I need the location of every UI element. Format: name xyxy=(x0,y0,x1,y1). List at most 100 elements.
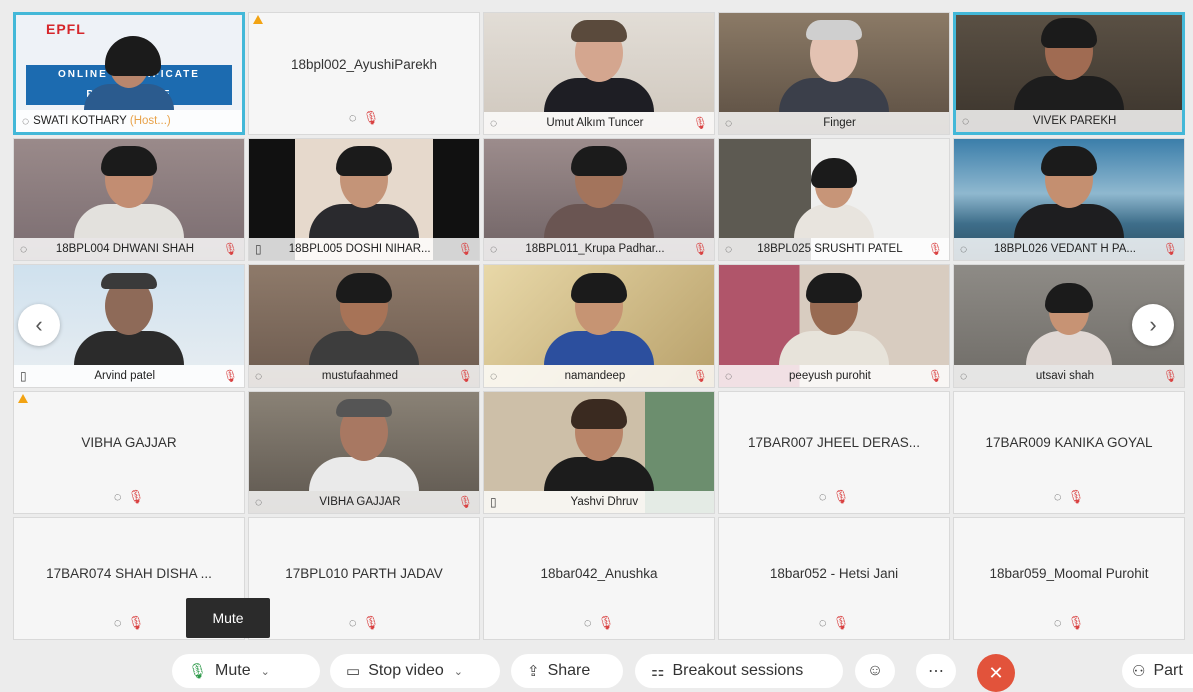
participants-button[interactable]: ⚇ Part xyxy=(1122,654,1193,688)
participant-tile[interactable]: 17BAR009 KANIKA GOYAL ◌ 🎙 xyxy=(953,390,1185,514)
participant-tile[interactable]: ◌ 18BPL026 VEDANT H PA... 🎙 xyxy=(953,138,1185,262)
mute-label: Mute xyxy=(215,662,251,679)
breakout-label: Breakout sessions xyxy=(672,662,804,679)
reactions-button[interactable]: ☺ xyxy=(855,654,895,688)
participant-namebar: ◌ namandeep 🎙 xyxy=(484,364,714,387)
prev-page-button[interactable]: ‹ xyxy=(18,304,60,346)
stop-video-button[interactable]: ▭ Stop video ⌄ xyxy=(330,654,500,688)
chevron-down-icon[interactable]: ⌄ xyxy=(454,665,463,678)
participant-tile[interactable]: EPFL ONLINE CERTIFICATE PROGRAMME ◌ SWAT… xyxy=(13,12,245,136)
chevron-left-icon: ‹ xyxy=(35,312,43,337)
participant-tile[interactable]: ◌ 18BPL004 DHWANI SHAH 🎙 xyxy=(13,138,245,262)
epfl-logo: EPFL xyxy=(46,21,86,37)
participant-tile[interactable]: 17BAR007 JHEEL DERAS... ◌ 🎙 xyxy=(718,390,950,514)
phone-icon: ▯ xyxy=(255,242,262,257)
warning-icon xyxy=(18,393,28,403)
participant-name: mustufaahmed xyxy=(321,369,398,382)
participant-name: utsavi shah xyxy=(1035,369,1095,382)
participant-namebar: ◌ mustufaahmed 🎙 xyxy=(249,364,479,387)
participant-name: 18BPL005 DOSHI NIHAR... xyxy=(288,243,431,256)
participant-name: VIBHA GAJJAR xyxy=(319,495,401,508)
mic-off-icon: 🎙 xyxy=(457,242,473,257)
mic-off-icon: 🎙 xyxy=(692,242,708,257)
participant-name: 18BPL026 VEDANT H PA... xyxy=(993,243,1137,256)
participant-tile[interactable]: ◌ VIBHA GAJJAR 🎙 xyxy=(248,390,480,514)
participant-video xyxy=(544,272,654,365)
participant-tile[interactable]: 18bar059_Moomal Purohit ◌ 🎙 xyxy=(953,516,1185,640)
participant-status: ◌ 🎙 xyxy=(249,615,479,631)
more-icon: ⋯ xyxy=(928,663,944,680)
participant-name: 18BPL004 DHWANI SHAH xyxy=(55,243,195,256)
audio-icon: ◌ xyxy=(348,614,357,630)
participant-name: 18bpl002_AyushiParekh xyxy=(290,56,438,72)
chevron-down-icon[interactable]: ⌄ xyxy=(261,665,270,678)
share-icon: ⇪ xyxy=(527,663,540,680)
next-page-button[interactable]: › xyxy=(1132,304,1174,346)
participant-tile[interactable]: ◌ peeyush purohit 🎙 xyxy=(718,264,950,388)
participant-video xyxy=(309,146,419,239)
leave-meeting-button[interactable]: ✕ xyxy=(977,654,1015,692)
mic-off-icon: 🎙 xyxy=(457,494,473,509)
breakout-sessions-button[interactable]: ⚏ Breakout sessions xyxy=(635,654,843,688)
emoji-icon: ☺ xyxy=(866,662,884,679)
audio-icon: ◌ xyxy=(20,242,28,257)
participant-name: Finger xyxy=(823,117,856,130)
participant-video xyxy=(544,146,654,239)
participant-video xyxy=(84,36,174,111)
mic-off-icon: 🎙 xyxy=(927,368,943,383)
participant-status: ◌ 🎙 xyxy=(954,615,1184,631)
participant-video xyxy=(794,158,874,239)
participant-tile[interactable]: ▯ 18BPL005 DOSHI NIHAR... 🎙 xyxy=(248,138,480,262)
participant-tile[interactable]: 17BPL010 PARTH JADAV ◌ 🎙 xyxy=(248,516,480,640)
participant-name: peeyush purohit xyxy=(789,369,871,382)
audio-icon: ◌ xyxy=(490,116,498,131)
video-camera-icon: ▭ xyxy=(346,663,361,680)
participant-tile[interactable]: ◌ Finger xyxy=(718,12,950,136)
participant-name: 18BPL011_Krupa Padhar... xyxy=(525,243,665,256)
mic-off-icon: 🎙 xyxy=(927,242,943,257)
meeting-toolbar: 🎙 Mute ⌄ ▭ Stop video ⌄ ⇪ Share ⚏ Breako… xyxy=(0,648,1193,692)
chevron-right-icon: › xyxy=(1149,312,1157,337)
participant-tile[interactable]: ◌ mustufaahmed 🎙 xyxy=(248,264,480,388)
participant-name: 18BPL025 SRUSHTI PATEL xyxy=(757,243,903,256)
mute-button[interactable]: 🎙 Mute ⌄ xyxy=(172,654,320,688)
participant-video xyxy=(309,398,419,491)
participant-video xyxy=(779,20,889,113)
share-button[interactable]: ⇪ Share xyxy=(511,654,623,688)
participant-name: VIVEK PAREKH xyxy=(1032,115,1117,128)
participant-namebar: ◌ utsavi shah 🎙 xyxy=(954,364,1184,387)
participant-tile[interactable]: ◌ Umut Alkım Tuncer 🎙 xyxy=(483,12,715,136)
mic-off-icon: 🎙 xyxy=(1162,242,1178,257)
participant-video xyxy=(74,272,184,365)
participant-tile[interactable]: ▯ Yashvi Dhruv xyxy=(483,390,715,514)
more-options-button[interactable]: ⋯ xyxy=(916,654,956,688)
mic-off-icon: 🎙 xyxy=(692,116,708,131)
participant-namebar: ◌ 18BPL004 DHWANI SHAH 🎙 xyxy=(14,238,244,261)
participant-name: 18bar059_Moomal Purohit xyxy=(989,566,1149,582)
participant-tile[interactable]: 18bpl002_AyushiParekh ◌ 🎙 xyxy=(248,12,480,136)
participant-tile[interactable]: ◌ 18BPL025 SRUSHTI PATEL 🎙 xyxy=(718,138,950,262)
participant-tile[interactable]: ◌ 18BPL011_Krupa Padhar... 🎙 xyxy=(483,138,715,262)
participant-tile[interactable]: VIBHA GAJJAR ◌ 🎙 xyxy=(13,390,245,514)
participant-status: ◌ 🎙 xyxy=(249,110,479,126)
participant-namebar: ◌ peeyush purohit 🎙 xyxy=(719,364,949,387)
participant-tile[interactable]: ◌ namandeep 🎙 xyxy=(483,264,715,388)
participant-tile[interactable]: ◌ VIVEK PAREKH xyxy=(953,12,1185,136)
participant-namebar: ◌ VIVEK PAREKH xyxy=(956,110,1182,133)
participant-tile[interactable]: 18bar042_Anushka ◌ 🎙 xyxy=(483,516,715,640)
participant-video xyxy=(779,272,889,365)
participant-name: 18bar042_Anushka xyxy=(540,566,658,582)
participant-status: ◌ 🎙 xyxy=(954,489,1184,505)
mute-tooltip: Mute xyxy=(186,598,270,638)
participant-video xyxy=(74,146,184,239)
participant-namebar: ◌ 18BPL025 SRUSHTI PATEL 🎙 xyxy=(719,238,949,261)
mic-off-icon: 🎙 xyxy=(222,368,238,383)
audio-icon: ◌ xyxy=(818,488,827,504)
participant-name: SWATI KOTHARY (Host...) xyxy=(33,115,171,128)
participant-namebar: ◌ 18BPL011_Krupa Padhar... 🎙 xyxy=(484,238,714,261)
mic-off-icon: 🎙 xyxy=(1067,488,1085,504)
participant-tile[interactable]: 18bar052 - Hetsi Jani ◌ 🎙 xyxy=(718,516,950,640)
mic-off-icon: 🎙 xyxy=(127,614,145,630)
audio-icon: ◌ xyxy=(490,242,498,257)
audio-icon: ◌ xyxy=(960,368,968,383)
